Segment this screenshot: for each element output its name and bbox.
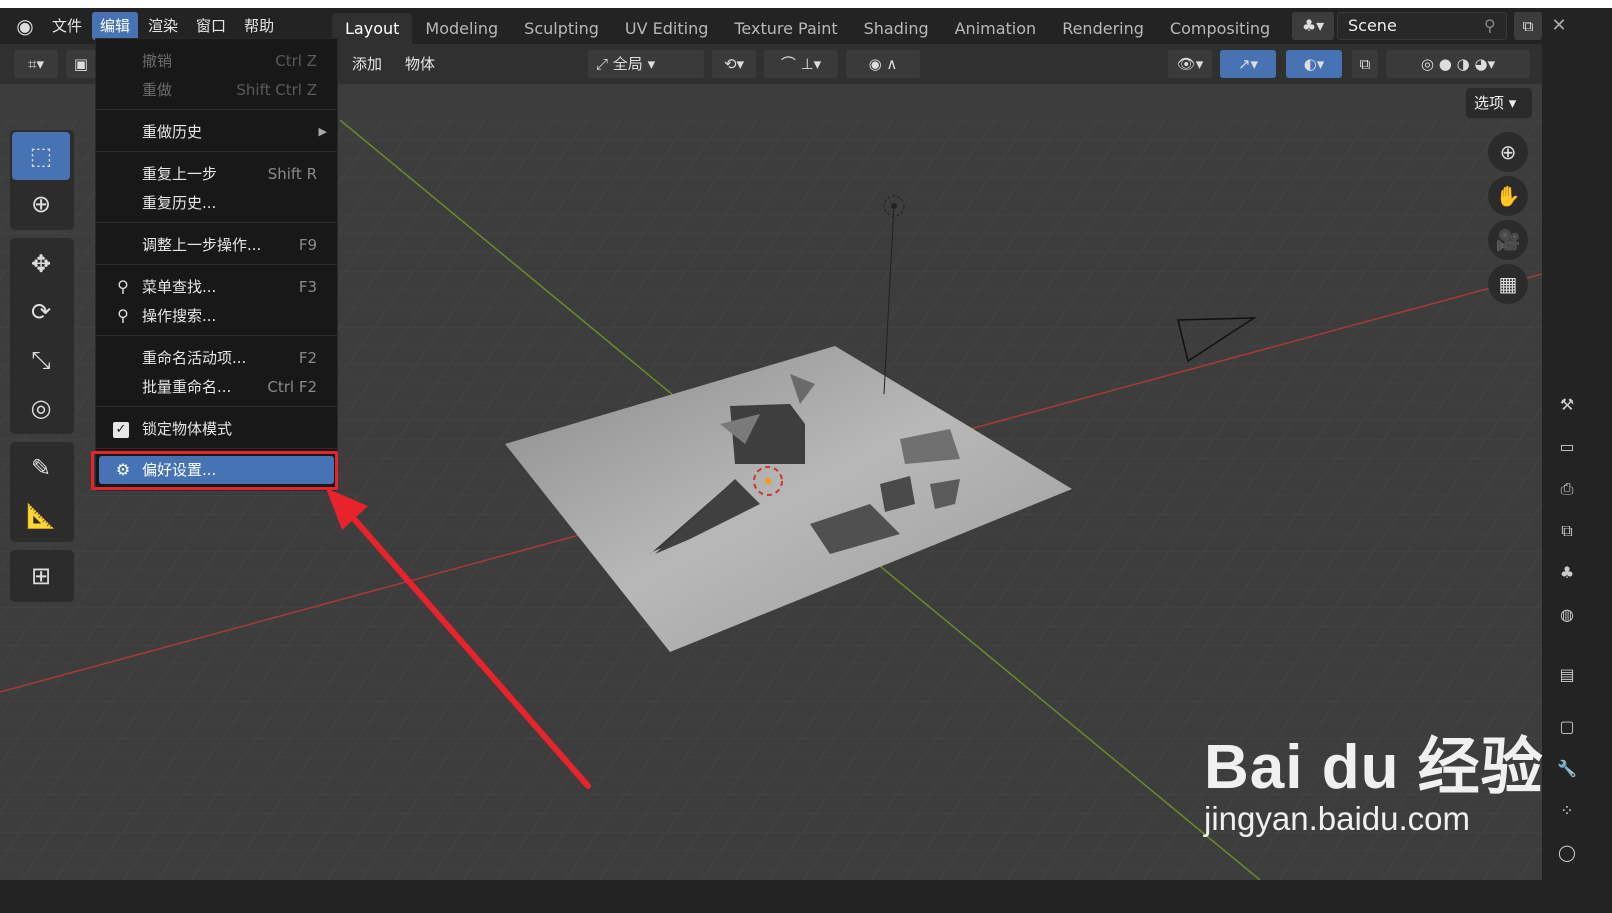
- menu-item-lock-object-modes[interactable]: ✓ 锁定物体模式: [96, 415, 337, 443]
- view-layer-icon[interactable]: ⧉: [1556, 520, 1578, 542]
- proportional-edit-icon[interactable]: ◉ ∧: [846, 50, 920, 78]
- pivot-point-icon[interactable]: ⟲▾: [712, 50, 756, 78]
- watermark: Bai du 经验 jingyan.baidu.com: [1204, 716, 1544, 838]
- pan-hand-icon[interactable]: ✋: [1488, 176, 1528, 216]
- options-dropdown[interactable]: 选项 ▾: [1466, 88, 1532, 118]
- select-box-icon[interactable]: ⬚: [12, 132, 70, 180]
- cursor-icon[interactable]: ⊕: [12, 180, 70, 228]
- tab-uv-editing[interactable]: UV Editing: [612, 13, 721, 45]
- visibility-icon[interactable]: 👁▾: [1168, 50, 1212, 78]
- zoom-icon[interactable]: ⊕: [1488, 132, 1528, 172]
- menu-item-adjust-last[interactable]: 调整上一步操作... F9: [96, 231, 337, 259]
- camera-view-icon[interactable]: 🎥: [1488, 220, 1528, 260]
- scene-properties-icon[interactable]: ♣: [1556, 562, 1578, 584]
- scene-name-field[interactable]: Scene: [1337, 12, 1507, 40]
- close-icon[interactable]: ✕: [1547, 14, 1571, 38]
- physics-icon[interactable]: ◯: [1556, 842, 1578, 864]
- object-menu[interactable]: 物体: [405, 50, 435, 78]
- tab-animation[interactable]: Animation: [942, 13, 1050, 45]
- tool-shelf: ⬚ ⊕ ✥ ⟳ ⤡ ◎ ✎ 📐 ⊞: [10, 130, 74, 610]
- menu-edit[interactable]: 编辑: [92, 12, 139, 40]
- menu-item-operator-search[interactable]: ⚲ 操作搜索...: [96, 302, 337, 330]
- submenu-arrow-icon: ▶: [318, 125, 327, 138]
- menu-divider: [96, 264, 337, 265]
- collection-icon[interactable]: ▤: [1556, 664, 1578, 686]
- tab-texture-paint[interactable]: Texture Paint: [721, 13, 850, 45]
- snap-icon[interactable]: ⌒ ⊥▾: [764, 50, 838, 78]
- tab-modeling[interactable]: Modeling: [412, 13, 511, 45]
- annotate-icon[interactable]: ✎: [12, 444, 70, 492]
- grid-view-icon[interactable]: ▦: [1488, 264, 1528, 304]
- navigation-gizmo: ⊕ ✋ 🎥 ▦: [1488, 132, 1528, 308]
- shading-modes[interactable]: ◎ ● ◑ ◕▾: [1386, 50, 1530, 78]
- output-properties-icon[interactable]: ⎙: [1556, 478, 1578, 500]
- menu-divider: [96, 151, 337, 152]
- tab-rendering[interactable]: Rendering: [1049, 13, 1157, 45]
- pin-icon[interactable]: ⚲: [1484, 16, 1496, 35]
- rotate-icon[interactable]: ⟳: [12, 288, 70, 336]
- menu-item-repeat-last[interactable]: 重复上一步 Shift R: [96, 160, 337, 188]
- tab-sculpting[interactable]: Sculpting: [511, 13, 612, 45]
- measure-icon[interactable]: 📐: [12, 492, 70, 540]
- status-bar: [0, 880, 1612, 913]
- menu-help[interactable]: 帮助: [236, 12, 282, 40]
- mode-select-icon[interactable]: ▣: [66, 50, 96, 78]
- move-icon[interactable]: ✥: [12, 240, 70, 288]
- add-menu[interactable]: 添加: [352, 50, 382, 78]
- menu-file[interactable]: 文件: [44, 12, 90, 40]
- menu-item-redo[interactable]: 重做 Shift Ctrl Z: [96, 76, 337, 104]
- search-icon: ⚲: [117, 277, 129, 296]
- edit-menu-dropdown: 撤销 Ctrl Z 重做 Shift Ctrl Z 重做历史 ▶ 重复上一步 Shift…: [95, 38, 338, 491]
- scale-icon[interactable]: ⤡: [12, 336, 70, 384]
- menu-item-menu-search[interactable]: ⚲ 菜单查找... F3: [96, 273, 337, 301]
- menu-divider: [96, 335, 337, 336]
- options-label: 选项: [1474, 94, 1505, 112]
- menu-divider: [96, 406, 337, 407]
- menu-divider: [96, 448, 337, 449]
- tab-shading[interactable]: Shading: [851, 13, 942, 45]
- menu-item-undo[interactable]: 撤销 Ctrl Z: [96, 47, 337, 75]
- tool-properties-icon[interactable]: ⚒: [1556, 394, 1578, 416]
- object-properties-icon[interactable]: ▢: [1556, 716, 1578, 738]
- new-scene-icon[interactable]: ⧉: [1514, 12, 1542, 40]
- overlay-icon[interactable]: ◐▾: [1286, 50, 1342, 78]
- menu-divider: [96, 222, 337, 223]
- transform-orientation-dropdown[interactable]: ⤢ 全局 ▾: [588, 50, 704, 78]
- transform-orientation-value: 全局: [612, 55, 643, 73]
- add-cube-icon[interactable]: ⊞: [12, 552, 70, 600]
- tab-layout[interactable]: Layout: [332, 13, 413, 45]
- modifier-icon[interactable]: 🔧: [1556, 758, 1578, 780]
- transform-icon[interactable]: ◎: [12, 384, 70, 432]
- workspace-tabs: Layout Modeling Sculpting UV Editing Tex…: [332, 8, 1283, 45]
- world-properties-icon[interactable]: ◍: [1556, 604, 1578, 626]
- editor-type-icon[interactable]: ⌗▾: [14, 50, 58, 78]
- menu-item-rename-active[interactable]: 重命名活动项... F2: [96, 344, 337, 372]
- menu-window[interactable]: 窗口: [188, 12, 234, 40]
- search-icon: ⚲: [117, 306, 129, 325]
- annotation-highlight-box: [91, 451, 338, 490]
- blender-logo-icon[interactable]: ◉: [12, 14, 38, 38]
- xray-icon[interactable]: ⧉: [1352, 50, 1378, 78]
- tab-compositing[interactable]: Compositing: [1157, 13, 1283, 45]
- watermark-brand: Bai du 经验: [1204, 733, 1544, 802]
- checkbox-checked-icon[interactable]: ✓: [113, 422, 129, 438]
- menu-item-batch-rename[interactable]: 批量重命名... Ctrl F2: [96, 373, 337, 401]
- particles-icon[interactable]: ⁘: [1556, 800, 1578, 822]
- menu-divider: [96, 109, 337, 110]
- properties-strip: ⚒ ▭ ⎙ ⧉ ♣ ◍ ▤ ▢ 🔧 ⁘ ◯: [1542, 44, 1612, 880]
- menu-item-undo-history[interactable]: 重做历史 ▶: [96, 118, 337, 146]
- menu-render[interactable]: 渲染: [140, 12, 186, 40]
- gizmo-icon[interactable]: ↗▾: [1220, 50, 1276, 78]
- render-properties-icon[interactable]: ▭: [1556, 436, 1578, 458]
- menu-item-repeat-history[interactable]: 重复历史...: [96, 189, 337, 217]
- scene-selector-icon[interactable]: ♣▾: [1292, 12, 1334, 40]
